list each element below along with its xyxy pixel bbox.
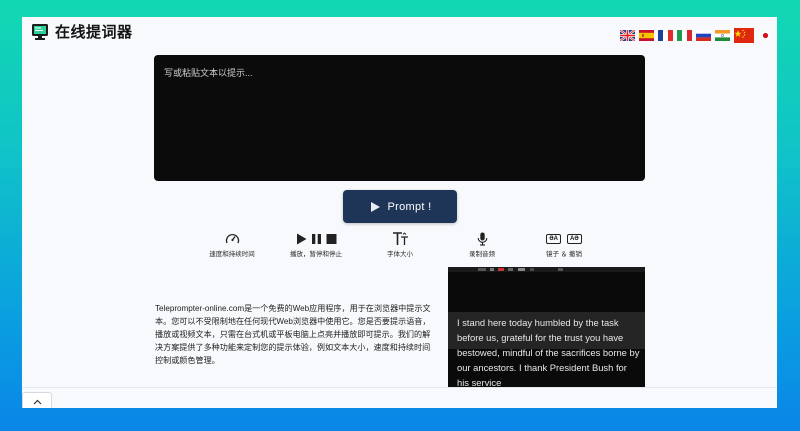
- india-flag[interactable]: [715, 30, 730, 41]
- language-flags: [620, 28, 774, 43]
- chevron-up-icon: [33, 399, 41, 404]
- italy-flag[interactable]: [677, 30, 692, 41]
- pause-icon: [311, 233, 321, 244]
- mirror-flip-icon: AƏ: [567, 233, 582, 244]
- preview-text: I stand here today humbled by the task b…: [457, 317, 640, 388]
- app-title[interactable]: 在线提词器: [55, 21, 133, 42]
- uk-flag[interactable]: [620, 30, 635, 41]
- bottom-bar: [22, 387, 777, 408]
- font-size-icon: [392, 231, 408, 245]
- feature-label: 播放，暂停和停止: [290, 251, 342, 258]
- teleprompter-preview: I stand here today humbled by the task b…: [448, 267, 645, 398]
- app-window: 在线提词器 写或粘贴文本以提示... Prompt ! 速度和持续时间 播放，暂…: [22, 17, 777, 408]
- description-text: Teleprompter-online.com是一个免费的Web应用程序，用于在…: [155, 304, 431, 365]
- microphone-icon: [477, 232, 487, 246]
- preview-toolbar-dots: [478, 268, 563, 271]
- scroll-up-button[interactable]: [22, 392, 52, 408]
- stop-icon: [326, 233, 336, 244]
- header: 在线提词器: [22, 17, 777, 55]
- france-flag[interactable]: [658, 30, 673, 41]
- speedometer-icon: [225, 233, 239, 244]
- feature-mirror: ƏA AƏ 镜子 ＆ 撤销: [540, 231, 588, 258]
- feature-audio: 录制音频: [462, 231, 502, 258]
- monitor-logo-icon[interactable]: [31, 23, 49, 41]
- feature-label: 镜子 ＆ 撤销: [545, 251, 583, 258]
- feature-font-size: 字体大小: [380, 231, 420, 258]
- editor-placeholder: 写或粘贴文本以提示...: [164, 68, 253, 78]
- play-icon: [370, 201, 380, 212]
- feature-label: 字体大小: [387, 251, 413, 258]
- china-flag[interactable]: [734, 28, 754, 43]
- spain-flag[interactable]: [639, 30, 654, 41]
- feature-playback: 播放，暂停和停止: [280, 231, 352, 258]
- text-editor[interactable]: 写或粘贴文本以提示...: [154, 55, 645, 181]
- feature-label: 录制音频: [469, 251, 495, 258]
- japan-flag[interactable]: [761, 31, 770, 40]
- prompt-button[interactable]: Prompt !: [343, 190, 457, 223]
- feature-label: 速度和持续时间: [209, 251, 255, 258]
- prompt-button-label: Prompt !: [387, 200, 432, 213]
- feature-speed: 速度和持续时间: [200, 231, 264, 258]
- russia-flag[interactable]: [696, 30, 711, 41]
- mirror-text-icon: ƏA: [546, 233, 561, 244]
- play-icon: [296, 233, 306, 244]
